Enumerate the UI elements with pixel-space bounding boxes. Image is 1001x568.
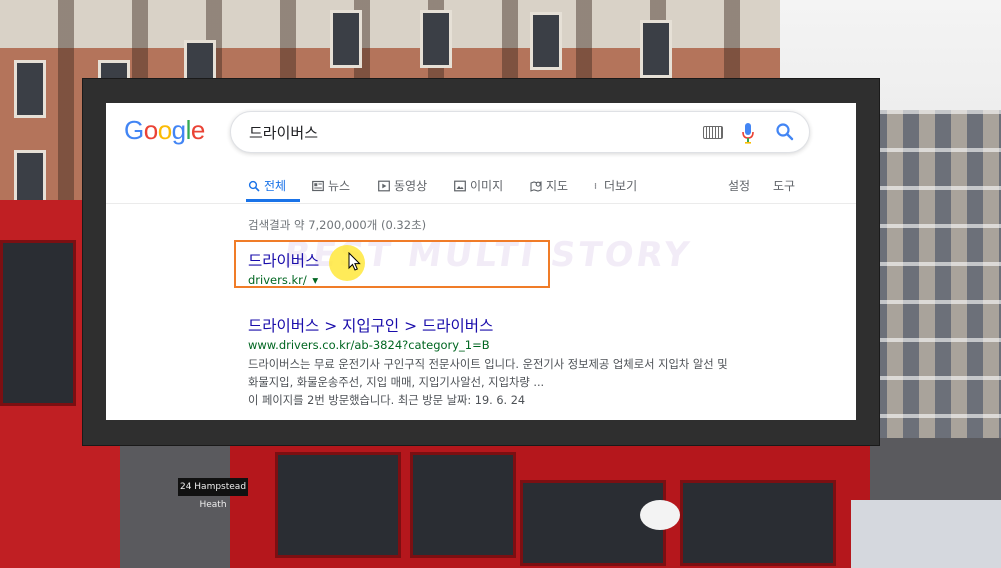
- tab-label: 전체: [264, 179, 287, 193]
- search-box[interactable]: [230, 111, 810, 153]
- tab-all[interactable]: 전체: [248, 177, 286, 194]
- result-url-text: drivers.kr/: [248, 273, 307, 287]
- news-icon: [312, 180, 324, 191]
- result-title-2[interactable]: 드라이버스 > 지입구인 > 드라이버스: [248, 314, 493, 336]
- tab-label: 동영상: [394, 179, 428, 193]
- result-snippet-line: 화물지입, 화물운송주선, 지입 매매, 지입기사알선, 지입차량 ...: [248, 376, 545, 389]
- bus-destination-sign: 24 Hampstead Heath: [178, 478, 248, 510]
- result-visit-info: 이 페이지를 2번 방문했습니다. 최근 방문 날짜: 19. 6. 24: [248, 394, 526, 407]
- tab-more[interactable]: 더보기: [594, 177, 637, 194]
- google-logo[interactable]: Google: [124, 115, 205, 146]
- header-divider: [106, 203, 856, 204]
- search-icon: [248, 180, 260, 192]
- search-icon[interactable]: [775, 122, 795, 142]
- tab-news[interactable]: 뉴스: [312, 177, 350, 194]
- result-title-1[interactable]: 드라이버스: [248, 249, 319, 271]
- mouse-cursor-icon: [348, 252, 361, 271]
- dropdown-arrow-icon[interactable]: ▾: [312, 273, 318, 287]
- tab-videos[interactable]: 동영상: [378, 177, 427, 194]
- settings-link[interactable]: 설정: [728, 177, 750, 194]
- logo-letter: e: [190, 115, 205, 145]
- active-tab-indicator: [246, 199, 300, 202]
- settings-label: 설정: [728, 179, 751, 193]
- tab-label: 더보기: [604, 179, 638, 193]
- tab-label: 지도: [546, 179, 569, 193]
- keyboard-icon[interactable]: [703, 126, 723, 139]
- result-stats: 검색결과 약 7,200,000개 (0.32초): [248, 218, 427, 232]
- search-tabs: 전체 뉴스 동영상 이미지 지도 더보기 설정 도구: [248, 173, 856, 203]
- tab-maps[interactable]: 지도: [530, 177, 568, 194]
- tools-link[interactable]: 도구: [773, 177, 795, 194]
- result-snippet-line: 드라이버스는 무료 운전기사 구인구직 전문사이트 입니다. 운전기사 정보제공…: [248, 358, 728, 371]
- white-bus: [851, 500, 1001, 568]
- tab-images[interactable]: 이미지: [454, 177, 503, 194]
- logo-letter: G: [124, 115, 144, 145]
- building-right: [861, 110, 1001, 490]
- result-url-2[interactable]: www.drivers.co.kr/ab-3824?category_1=B: [248, 338, 490, 352]
- more-icon: [594, 182, 597, 189]
- result-url-1[interactable]: drivers.kr/ ▾: [248, 273, 318, 287]
- image-icon: [454, 180, 466, 191]
- map-icon: [530, 180, 542, 192]
- mic-icon[interactable]: [741, 122, 755, 144]
- logo-letter: g: [171, 115, 186, 145]
- logo-letter: o: [143, 115, 158, 145]
- tools-label: 도구: [773, 179, 796, 193]
- ribbon-bow: [640, 500, 680, 530]
- tab-label: 뉴스: [328, 179, 351, 193]
- search-input[interactable]: [249, 122, 669, 142]
- screen-frame: Google 전체: [82, 78, 880, 446]
- tab-label: 이미지: [470, 179, 504, 193]
- logo-letter: o: [157, 115, 172, 145]
- video-icon: [378, 180, 390, 191]
- browser-viewport: Google 전체: [106, 103, 856, 420]
